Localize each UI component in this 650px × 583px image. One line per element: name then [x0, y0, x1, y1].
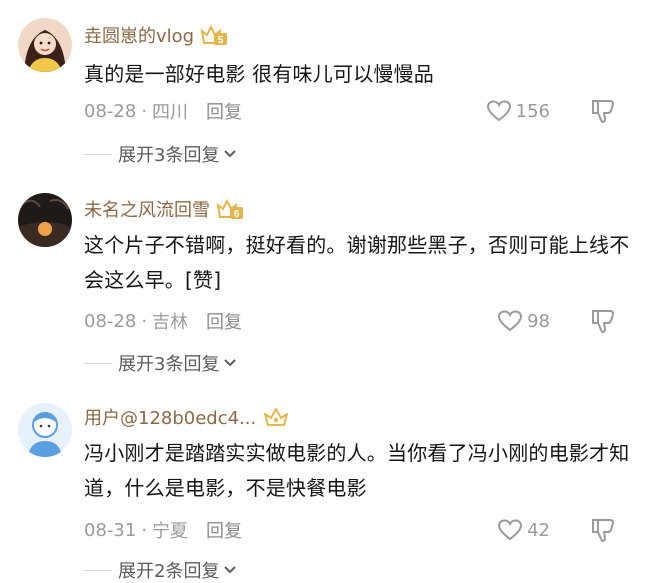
like-count: 98	[527, 310, 550, 332]
badge-level: 6	[234, 209, 240, 220]
heart-icon	[498, 519, 523, 541]
separator: ·	[141, 310, 148, 332]
comment-text: 真的是一部好电影 很有味儿可以慢慢品	[84, 62, 434, 86]
expand-replies-label: 展开2条回复	[118, 561, 220, 582]
comment-location: 宁夏	[152, 521, 189, 542]
expand-replies-label: 展开3条回复	[118, 145, 220, 166]
like-count: 42	[527, 519, 550, 541]
like-button[interactable]: 156	[486, 99, 550, 123]
divider-line	[84, 362, 112, 364]
comment-location: 吉林	[152, 312, 189, 333]
heart-icon	[486, 100, 511, 122]
badge-level: 5	[218, 35, 224, 46]
comment-location: 四川	[152, 102, 189, 123]
avatar[interactable]	[18, 193, 72, 247]
level-badge-icon	[264, 408, 289, 426]
expand-replies-button[interactable]: 展开3条回复	[84, 141, 237, 167]
like-button[interactable]: 42	[497, 518, 550, 542]
avatar[interactable]	[18, 18, 72, 72]
dislike-icon[interactable]	[590, 98, 616, 124]
chevron-down-icon	[224, 566, 237, 574]
comment-text: 这个片子不错啊，挺好看的。谢谢那些黑子，否则可能上线不会这么早。[赞]	[84, 233, 630, 292]
avatar[interactable]	[18, 403, 72, 457]
like-count: 156	[515, 100, 550, 122]
expand-replies-button[interactable]: 展开3条回复	[84, 350, 237, 376]
divider-line	[84, 153, 112, 155]
expand-replies-label: 展开3条回复	[118, 354, 220, 375]
dislike-icon[interactable]	[590, 308, 616, 334]
comment-date: 08-31	[84, 519, 137, 541]
heart-icon	[498, 310, 523, 332]
username[interactable]: 垚圆崽的vlog	[84, 22, 194, 48]
reply-button[interactable]: 回复	[206, 308, 242, 334]
level-badge-icon: 5	[200, 24, 228, 46]
level-badge-icon: 6	[216, 198, 243, 220]
separator: ·	[141, 100, 148, 122]
username[interactable]: 未名之风流回雪	[84, 196, 210, 222]
expand-replies-button[interactable]: 展开2条回复	[84, 557, 237, 583]
reply-button[interactable]: 回复	[206, 98, 242, 124]
comment-text: 冯小刚才是踏踏实实做电影的人。当你看了冯小刚的电影才知道，什么是电影，不是快餐电…	[84, 441, 630, 500]
divider-line	[84, 569, 112, 571]
separator: ·	[141, 519, 148, 541]
comment-date: 08-28	[84, 100, 137, 122]
chevron-down-icon	[224, 359, 237, 367]
dislike-icon[interactable]	[590, 517, 616, 543]
like-button[interactable]: 98	[497, 309, 550, 333]
reply-button[interactable]: 回复	[206, 517, 242, 543]
chevron-down-icon	[224, 150, 237, 158]
username[interactable]: 用户@128b0edc4...	[84, 404, 256, 430]
comment-date: 08-28	[84, 310, 137, 332]
